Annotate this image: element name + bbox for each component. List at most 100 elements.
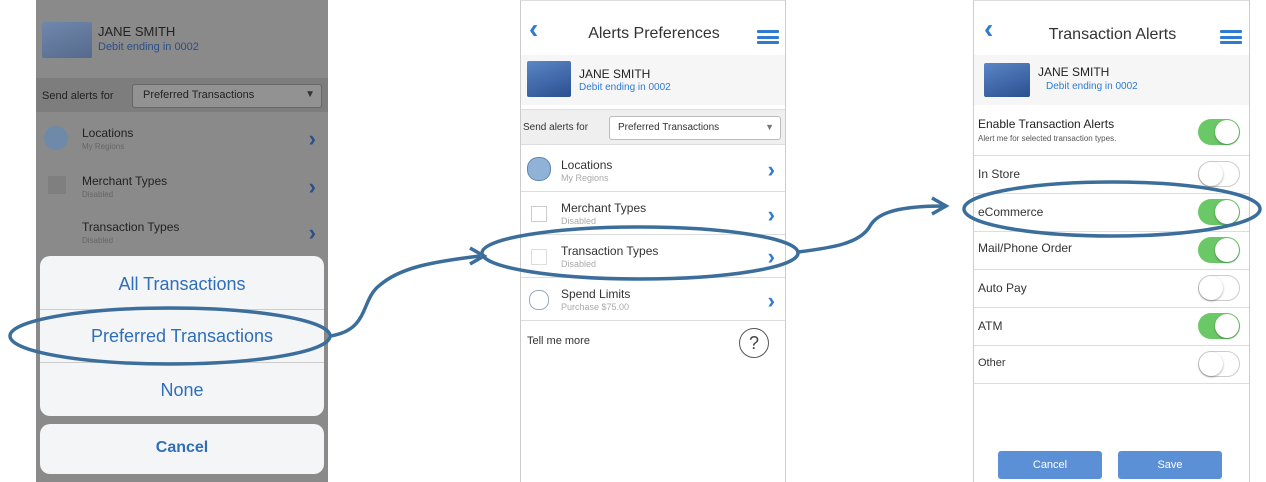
arrowhead-1	[469, 246, 488, 266]
option-preferred-transactions[interactable]: Preferred Transactions	[40, 326, 324, 347]
store-icon	[48, 176, 66, 194]
toggle-row-other: Other	[974, 345, 1249, 384]
chevron-right-icon: ›	[767, 157, 775, 182]
user-header: JANE SMITH Debit ending in 0002	[36, 0, 328, 78]
in-store-toggle[interactable]	[1198, 161, 1240, 187]
menu-item-transaction-types[interactable]: Transaction Types Disabled ›	[36, 210, 328, 256]
user-header: JANE SMITH Debit ending in 0002	[974, 55, 1249, 105]
auto-pay-toggle[interactable]	[1198, 275, 1240, 301]
menu-icon[interactable]	[757, 30, 779, 44]
send-alerts-select-value: Preferred Transactions	[143, 89, 255, 101]
menu-item-subtitle: My Regions	[82, 142, 125, 151]
menu-item-title: Locations	[82, 126, 134, 140]
menu-item-subtitle: Disabled	[82, 236, 114, 245]
enable-alerts-row: Enable Transaction Alerts Alert me for s…	[974, 109, 1249, 156]
toggle-row-ecommerce: eCommerce	[974, 193, 1249, 232]
card-description: Debit ending in 0002	[1046, 81, 1138, 92]
page-title: Alerts Preferences	[588, 25, 720, 42]
chevron-right-icon: ›	[308, 174, 316, 199]
toggle-row-label: Auto Pay	[978, 281, 1027, 295]
menu-item-transaction-types[interactable]: Transaction Types Disabled ›	[521, 235, 785, 278]
send-alerts-row: Send alerts for Preferred Transactions ▼	[36, 78, 328, 112]
tell-me-more-row[interactable]: Tell me more ?	[521, 323, 785, 363]
user-name: JANE SMITH	[98, 24, 176, 39]
card-description: Debit ending in 0002	[579, 82, 671, 93]
enable-alerts-label: Enable Transaction Alerts	[978, 117, 1115, 131]
enable-alerts-subtitle: Alert me for selected transaction types.	[978, 134, 1117, 143]
tell-me-more-label: Tell me more	[527, 335, 590, 347]
menu-item-subtitle: My Regions	[561, 173, 609, 183]
toggle-row-in-store: In Store	[974, 155, 1249, 194]
user-name: JANE SMITH	[1038, 65, 1110, 79]
menu-item-title: Transaction Types	[561, 244, 659, 258]
send-alerts-label: Send alerts for	[523, 122, 589, 133]
menu-item-merchant-types[interactable]: Merchant Types Disabled ›	[36, 162, 328, 210]
menu-icon[interactable]	[1220, 30, 1242, 44]
connector-arrow-2	[797, 204, 946, 254]
screen-1-phone: JANE SMITH Debit ending in 0002 Send ale…	[36, 0, 328, 482]
toggle-row-label: Other	[978, 357, 1006, 369]
cancel-button[interactable]: Cancel	[40, 424, 324, 474]
menu-item-subtitle: Disabled	[561, 259, 597, 269]
arrowhead-2	[931, 196, 950, 216]
globe-icon	[527, 157, 551, 181]
menu-item-title: Spend Limits	[561, 287, 631, 301]
menu-item-title: Transaction Types	[82, 220, 180, 234]
menu-item-subtitle: Disabled	[82, 190, 114, 199]
send-alerts-row: Send alerts for Preferred Transactions ▼	[521, 109, 785, 145]
option-none[interactable]: None	[40, 380, 324, 401]
option-all-transactions[interactable]: All Transactions	[40, 274, 324, 295]
screen-3-phone: ‹ Transaction Alerts JANE SMITH Debit en…	[973, 0, 1250, 482]
toggle-row-label: Mail/Phone Order	[978, 241, 1073, 255]
card-thumbnail	[527, 61, 571, 97]
transaction-icon	[531, 249, 547, 265]
nav-bar: ‹ Transaction Alerts	[974, 1, 1249, 53]
toggle-row-label: ATM	[978, 319, 1003, 333]
cancel-button-label: Cancel	[155, 439, 209, 456]
menu-item-locations[interactable]: Locations My Regions ›	[36, 114, 328, 162]
send-alerts-select-value: Preferred Transactions	[618, 122, 720, 133]
gauge-icon	[529, 290, 549, 310]
save-button-label: Save	[1157, 459, 1183, 471]
toggle-row-atm: ATM	[974, 307, 1249, 346]
chevron-down-icon: ▼	[305, 89, 315, 100]
menu-item-merchant-types[interactable]: Merchant Types Disabled ›	[521, 192, 785, 235]
connector-arrow-1	[329, 254, 481, 338]
atm-toggle[interactable]	[1198, 313, 1240, 339]
chevron-right-icon: ›	[308, 220, 316, 245]
menu-item-title: Merchant Types	[82, 174, 168, 188]
card-description: Debit ending in 0002	[98, 41, 199, 53]
menu-item-subtitle: Disabled	[561, 216, 597, 226]
toggle-row-label: eCommerce	[978, 205, 1044, 219]
send-alerts-select[interactable]: Preferred Transactions ▼	[609, 116, 781, 140]
user-name: JANE SMITH	[579, 67, 651, 81]
store-icon	[531, 206, 547, 222]
menu-item-locations[interactable]: Locations My Regions ›	[521, 147, 785, 192]
card-thumbnail	[984, 63, 1030, 97]
help-icon[interactable]: ?	[739, 328, 769, 358]
save-button[interactable]: Save	[1118, 451, 1222, 479]
ecommerce-toggle[interactable]	[1198, 199, 1240, 225]
action-sheet: All Transactions Preferred Transactions …	[40, 256, 324, 416]
menu-item-title: Locations	[561, 158, 613, 172]
chevron-down-icon: ▼	[765, 122, 774, 132]
cancel-button-label: Cancel	[1032, 459, 1068, 471]
menu-item-title: Merchant Types	[561, 201, 647, 215]
chevron-right-icon: ›	[308, 126, 316, 151]
cancel-button[interactable]: Cancel	[998, 451, 1102, 479]
chevron-right-icon: ›	[767, 288, 775, 313]
chevron-right-icon: ›	[767, 202, 775, 227]
enable-alerts-toggle[interactable]	[1198, 119, 1240, 145]
divider	[40, 309, 324, 310]
toggle-row-mail-phone-order: Mail/Phone Order	[974, 231, 1249, 270]
user-header: JANE SMITH Debit ending in 0002	[521, 55, 785, 105]
other-toggle[interactable]	[1198, 351, 1240, 377]
toggle-row-label: In Store	[978, 167, 1021, 181]
menu-item-spend-limits[interactable]: Spend Limits Purchase $75.00 ›	[521, 278, 785, 321]
send-alerts-select[interactable]: Preferred Transactions ▼	[132, 84, 322, 108]
page-title: Transaction Alerts	[1048, 26, 1177, 43]
menu-item-subtitle: Purchase $75.00	[561, 302, 630, 312]
send-alerts-label: Send alerts for	[42, 90, 114, 102]
mail-phone-order-toggle[interactable]	[1198, 237, 1240, 263]
card-thumbnail	[42, 22, 92, 58]
